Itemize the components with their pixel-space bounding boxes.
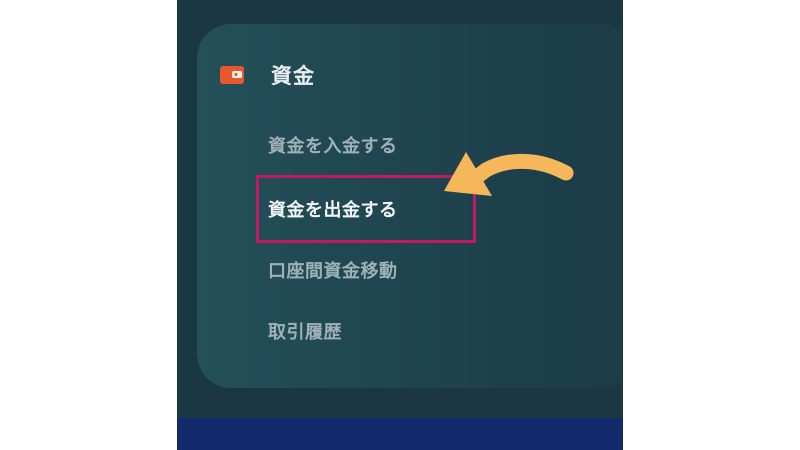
menu-item-deposit[interactable]: 資金を入金する xyxy=(268,132,398,162)
app-panel: 資金 資金を入金する 資金を出金する 口座間資金移動 取引履歴 xyxy=(177,0,623,450)
menu-item-transfer[interactable]: 口座間資金移動 xyxy=(268,257,398,287)
menu-item-history[interactable]: 取引履歴 xyxy=(268,318,342,348)
wallet-icon xyxy=(219,64,245,86)
funds-menu-card: 資金 資金を入金する 資金を出金する 口座間資金移動 取引履歴 xyxy=(197,24,623,388)
funds-menu-title: 資金 xyxy=(271,64,315,88)
bottom-bar xyxy=(177,418,623,450)
menu-item-withdraw[interactable]: 資金を出金する xyxy=(268,196,398,226)
funds-menu-header: 資金 xyxy=(219,62,315,88)
